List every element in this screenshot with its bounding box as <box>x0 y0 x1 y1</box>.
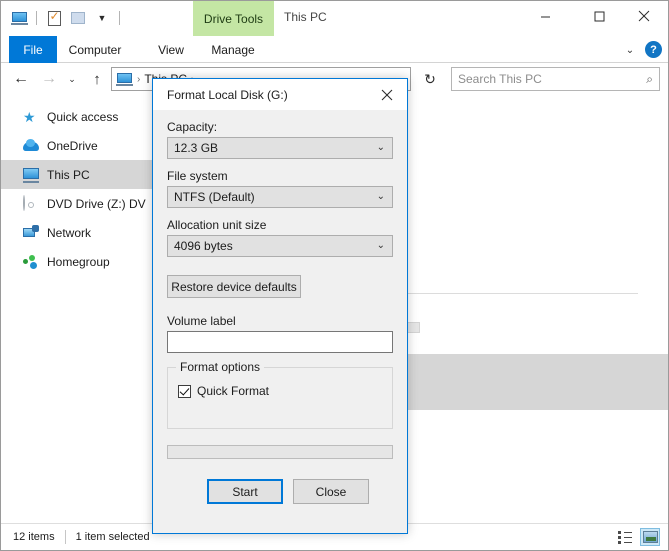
sidebar-item-quick-access[interactable]: ★ Quick access <box>1 102 153 131</box>
help-icon[interactable]: ? <box>645 41 662 58</box>
this-pc-icon <box>23 167 39 183</box>
capacity-label: Capacity: <box>167 120 218 134</box>
sidebar-item-label: This PC <box>47 167 90 182</box>
search-box[interactable]: ⌕ <box>451 67 660 91</box>
chevron-down-icon: ⌄ <box>376 142 385 153</box>
sidebar-item-dvd-drive[interactable]: DVD Drive (Z:) DV <box>1 189 153 218</box>
dialog-title: Format Local Disk (G:) <box>167 87 288 102</box>
dialog-body: Capacity: 12.3 GB ⌄ File system NTFS (De… <box>153 110 407 504</box>
this-pc-icon <box>116 72 133 86</box>
file-system-dropdown[interactable]: NTFS (Default) ⌄ <box>167 186 393 208</box>
item-count-label: 12 items <box>13 531 55 543</box>
capacity-value: 12.3 GB <box>174 141 219 155</box>
file-system-value: NTFS (Default) <box>174 190 255 204</box>
view-mode-buttons <box>615 528 660 546</box>
format-options-group: Format options Quick Format <box>167 360 393 429</box>
breadcrumb-separator: › <box>137 73 141 85</box>
cloud-icon <box>23 138 39 154</box>
customize-dropdown-icon[interactable]: ▼ <box>92 8 112 28</box>
sidebar-item-label: Network <box>47 225 92 240</box>
new-folder-icon[interactable] <box>68 8 88 28</box>
optical-disc-icon <box>23 194 39 212</box>
forward-button[interactable]: → <box>37 67 61 91</box>
recent-locations-button[interactable]: ⌄ <box>63 67 81 91</box>
minimize-button[interactable] <box>522 1 568 31</box>
divider <box>36 11 37 25</box>
navigation-pane: ★ Quick access OneDrive This PC DVD Driv… <box>1 94 153 523</box>
tab-file[interactable]: File <box>9 36 57 63</box>
ribbon-tab-row: File Computer View Manage ⌄ ? <box>1 36 668 63</box>
allocation-unit-size-dropdown[interactable]: 4096 bytes ⌄ <box>167 235 393 257</box>
dialog-buttons: Start Close <box>167 479 393 504</box>
properties-icon[interactable] <box>44 8 64 28</box>
contextual-tab-group-drive-tools: Drive Tools <box>193 1 274 36</box>
quick-format-checkbox[interactable] <box>178 384 191 398</box>
search-icon: ⌕ <box>646 71 653 86</box>
back-button[interactable]: ← <box>9 67 33 91</box>
sidebar-item-network[interactable]: Network <box>1 218 153 247</box>
file-system-label: File system <box>167 169 228 183</box>
maximize-button[interactable] <box>576 1 622 31</box>
volume-label-label: Volume label <box>167 314 236 328</box>
sidebar-item-label: Homegroup <box>47 254 110 269</box>
format-progress-bar <box>167 445 393 459</box>
tab-manage[interactable]: Manage <box>197 36 269 63</box>
volume-label-input[interactable] <box>167 331 393 353</box>
this-pc-icon[interactable] <box>9 8 29 28</box>
allocation-unit-size-label: Allocation unit size <box>167 218 267 232</box>
sidebar-item-label: OneDrive <box>47 138 98 153</box>
capacity-dropdown[interactable]: 12.3 GB ⌄ <box>167 137 393 159</box>
details-view-icon[interactable] <box>615 528 635 546</box>
divider <box>64 530 66 544</box>
up-button[interactable]: ↑ <box>85 67 109 91</box>
allocation-unit-size-value: 4096 bytes <box>174 239 233 253</box>
quick-access-toolbar: ▼ <box>9 7 123 29</box>
close-icon[interactable] <box>367 79 407 110</box>
sidebar-item-this-pc[interactable]: This PC <box>1 160 153 189</box>
file-explorer-window: ▼ Drive Tools This PC File Computer View… <box>0 0 669 551</box>
quick-format-checkbox-row[interactable]: Quick Format <box>178 384 269 398</box>
format-dialog: Format Local Disk (G:) Capacity: 12.3 GB… <box>152 78 408 534</box>
dialog-title-bar: Format Local Disk (G:) <box>153 79 407 110</box>
format-options-label: Format options <box>176 360 265 374</box>
start-button[interactable]: Start <box>207 479 283 504</box>
sidebar-item-homegroup[interactable]: Homegroup <box>1 247 153 276</box>
divider <box>119 11 120 25</box>
dialog-close-button[interactable]: Close <box>293 479 369 504</box>
window-title: This PC <box>284 10 327 24</box>
sidebar-item-onedrive[interactable]: OneDrive <box>1 131 153 160</box>
chevron-down-icon[interactable]: ⌄ <box>621 41 639 59</box>
homegroup-icon <box>23 254 39 270</box>
refresh-icon[interactable]: ↻ <box>418 67 442 91</box>
chevron-down-icon: ⌄ <box>376 240 385 251</box>
sidebar-item-label: DVD Drive (Z:) DV <box>47 196 146 211</box>
chevron-down-icon: ⌄ <box>376 191 385 202</box>
restore-device-defaults-button[interactable]: Restore device defaults <box>167 275 301 298</box>
network-icon <box>23 224 39 241</box>
search-input[interactable] <box>458 72 647 86</box>
tab-view[interactable]: View <box>147 36 195 63</box>
large-icons-view-icon[interactable] <box>640 528 660 546</box>
quick-format-label: Quick Format <box>197 384 270 398</box>
title-bar: ▼ Drive Tools This PC <box>1 1 668 36</box>
tab-computer[interactable]: Computer <box>59 36 131 63</box>
selection-label: 1 item selected <box>75 531 150 543</box>
close-button[interactable] <box>621 1 667 31</box>
contextual-tab-group-label: Drive Tools <box>203 11 264 26</box>
star-icon: ★ <box>23 108 36 125</box>
sidebar-item-label: Quick access <box>47 109 119 124</box>
